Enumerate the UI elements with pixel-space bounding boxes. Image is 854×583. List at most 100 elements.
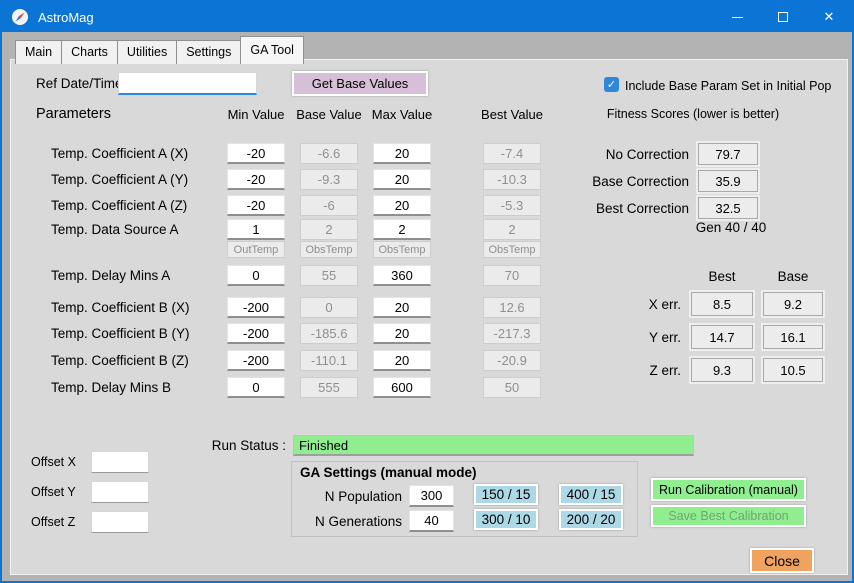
n-generations-label: N Generations — [314, 514, 402, 529]
param-max-field[interactable]: 20 — [373, 350, 431, 371]
param-min-field[interactable]: -200 — [227, 323, 285, 344]
err-label: X err. — [648, 297, 681, 312]
param-min-field[interactable]: 1 — [227, 219, 285, 240]
fitness-value: 79.7 — [696, 141, 760, 167]
n-population-label: N Population — [324, 489, 402, 504]
fitness-value: 32.5 — [696, 195, 760, 221]
param-label: Temp. Coefficient A (X) — [51, 146, 189, 161]
ref-datetime-input[interactable] — [118, 72, 257, 95]
param-max-field[interactable]: 360 — [373, 265, 431, 286]
err-label: Z err. — [649, 363, 681, 378]
close-window-button[interactable]: ✕ — [806, 2, 852, 32]
param-min-field[interactable]: -20 — [227, 195, 285, 216]
offset-label: Offset Y — [31, 485, 76, 499]
param-label: Temp. Coefficient A (Y) — [51, 172, 189, 187]
param-label: Temp. Coefficient B (Z) — [51, 353, 189, 368]
param-min-field[interactable]: 0 — [227, 377, 285, 398]
include-base-param-checkbox[interactable]: ✓ — [604, 77, 619, 92]
param-best-field: 12.6 — [483, 297, 541, 318]
fitness-label: Base Correction — [592, 174, 689, 189]
param-min-field[interactable]: -200 — [227, 350, 285, 371]
param-best-field: ObsTemp — [483, 241, 541, 258]
maximize-icon — [778, 12, 788, 22]
param-min-field: OutTemp — [227, 241, 285, 258]
get-base-values-button[interactable]: Get Base Values — [292, 71, 428, 96]
run-status-label: Run Status : — [211, 438, 286, 453]
preset-button[interactable]: 400 / 15 — [559, 484, 623, 505]
n-generations-field[interactable]: 40 — [409, 510, 454, 532]
ga-tool-tabpage: Ref Date/Time Get Base Values ✓ Include … — [10, 59, 848, 575]
title-bar: AstroMag ✕ — [2, 2, 852, 32]
check-icon: ✓ — [606, 79, 617, 91]
fitness-scores-header: Fitness Scores (lower is better) — [606, 107, 780, 121]
app-window: AstroMag ✕ Main Charts Utilities Settings GA… — [0, 0, 854, 583]
run-calibration-button[interactable]: Run Calibration (manual) — [651, 478, 806, 501]
offset-input[interactable] — [91, 481, 149, 503]
param-base-field: 2 — [300, 219, 358, 240]
err-base-value: 9.2 — [761, 290, 825, 318]
err-base-value: 16.1 — [761, 323, 825, 351]
save-best-calibration-button[interactable]: Save Best Calibration — [651, 505, 806, 527]
param-min-field[interactable]: 0 — [227, 265, 285, 286]
ref-datetime-label: Ref Date/Time — [36, 76, 123, 91]
param-base-field: -185.6 — [300, 323, 358, 344]
fitness-label: Best Correction — [595, 201, 689, 216]
close-button[interactable]: Close — [750, 548, 814, 573]
param-base-field: ObsTemp — [300, 241, 358, 258]
tab-main[interactable]: Main — [15, 40, 63, 64]
param-min-field[interactable]: -20 — [227, 169, 285, 190]
tab-charts[interactable]: Charts — [61, 40, 118, 64]
param-max-field[interactable]: 20 — [373, 323, 431, 344]
parameters-heading: Parameters — [36, 106, 111, 122]
err-best-value: 14.7 — [689, 323, 755, 351]
include-base-param-label: Include Base Param Set in Initial Pop — [625, 79, 832, 93]
param-base-field: -6 — [300, 195, 358, 216]
preset-button[interactable]: 150 / 15 — [474, 484, 538, 505]
fitness-value: 35.9 — [696, 168, 760, 194]
preset-button[interactable]: 200 / 20 — [559, 509, 623, 530]
param-label: Temp. Delay Mins A — [51, 268, 171, 283]
offset-input[interactable] — [91, 511, 149, 533]
param-min-field[interactable]: -20 — [227, 143, 285, 164]
err-best-header: Best — [708, 269, 736, 284]
param-best-field: -20.9 — [483, 350, 541, 371]
ga-settings-title: GA Settings (manual mode) — [300, 465, 477, 480]
err-label: Y err. — [648, 330, 681, 345]
tab-utilities[interactable]: Utilities — [116, 40, 178, 64]
param-label: Temp. Coefficient B (X) — [51, 300, 190, 315]
ga-settings-groupbox: GA Settings (manual mode) N Population 3… — [291, 461, 638, 537]
param-best-field: 50 — [483, 377, 541, 398]
minimize-button[interactable] — [714, 2, 760, 32]
param-max-field[interactable]: 20 — [373, 297, 431, 318]
param-best-field: -7.4 — [483, 143, 541, 164]
param-min-field[interactable]: -200 — [227, 297, 285, 318]
param-best-field: -217.3 — [483, 323, 541, 344]
param-best-field: -5.3 — [483, 195, 541, 216]
compass-app-icon — [12, 9, 28, 25]
param-label: Temp. Coefficient A (Z) — [51, 198, 188, 213]
param-base-field: 0 — [300, 297, 358, 318]
param-max-field[interactable]: 600 — [373, 377, 431, 398]
offset-input[interactable] — [91, 451, 149, 473]
generation-counter: Gen 40 / 40 — [695, 220, 767, 235]
param-max-field[interactable]: 20 — [373, 169, 431, 190]
best-value-header: Best Value — [481, 107, 543, 122]
param-max-field: ObsTemp — [373, 241, 431, 258]
window-title: AstroMag — [38, 9, 94, 25]
err-best-value: 9.3 — [689, 356, 755, 384]
preset-button[interactable]: 300 / 10 — [474, 509, 538, 530]
param-max-field[interactable]: 20 — [373, 143, 431, 164]
param-base-field: -110.1 — [300, 350, 358, 371]
param-best-field: 2 — [483, 219, 541, 240]
tab-strip: Main Charts Utilities Settings GA Tool — [15, 36, 304, 64]
tab-settings[interactable]: Settings — [176, 40, 242, 64]
maximize-button[interactable] — [760, 2, 806, 32]
n-population-field[interactable]: 300 — [409, 485, 454, 507]
param-label: Temp. Delay Mins B — [51, 380, 172, 395]
err-best-value: 8.5 — [689, 290, 755, 318]
tab-ga-tool[interactable]: GA Tool — [240, 36, 304, 64]
param-label: Temp. Coefficient B (Y) — [51, 326, 190, 341]
param-max-field[interactable]: 20 — [373, 195, 431, 216]
fitness-label: No Correction — [605, 147, 689, 162]
param-max-field[interactable]: 2 — [373, 219, 431, 240]
